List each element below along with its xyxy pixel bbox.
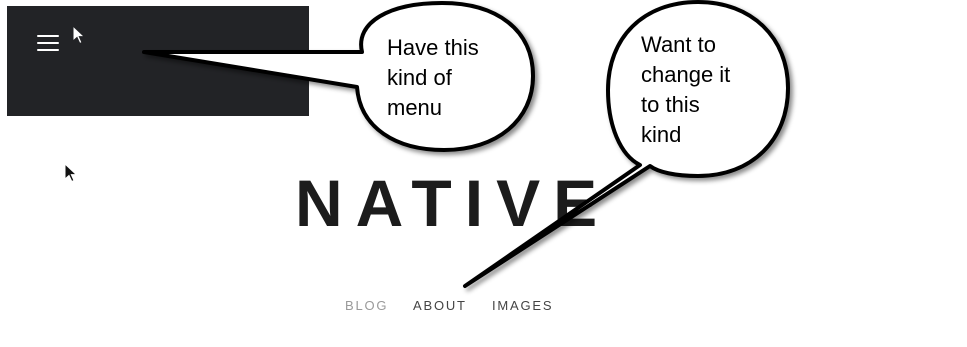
- nav-item-blog[interactable]: BLOG: [345, 298, 388, 313]
- callout-left-line: menu: [387, 95, 443, 120]
- callout-left-text: Have this kind of menu: [387, 33, 479, 123]
- hamburger-menu-icon[interactable]: [37, 33, 59, 53]
- callout-right-line: Want to: [641, 32, 716, 57]
- callout-right-text: Want to change it to this kind: [641, 30, 730, 150]
- callout-bubble-right: [463, 0, 790, 288]
- nav-item-images[interactable]: IMAGES: [492, 298, 553, 313]
- site-title: NATIVE: [295, 166, 611, 240]
- hamburger-line: [37, 35, 59, 37]
- dark-header-bar: [7, 6, 309, 116]
- callout-left-line: kind of: [387, 65, 452, 90]
- callout-left-line: Have this: [387, 35, 479, 60]
- callout-right-line: change it: [641, 62, 731, 87]
- hamburger-line: [37, 42, 59, 44]
- callout-right-line: kind: [641, 122, 682, 147]
- nav-item-about[interactable]: ABOUT: [413, 298, 467, 313]
- callout-right-line: to this: [641, 92, 700, 117]
- mouse-cursor-white-icon: [72, 25, 86, 45]
- hamburger-line: [37, 49, 59, 51]
- mouse-cursor-black-icon: [64, 163, 78, 183]
